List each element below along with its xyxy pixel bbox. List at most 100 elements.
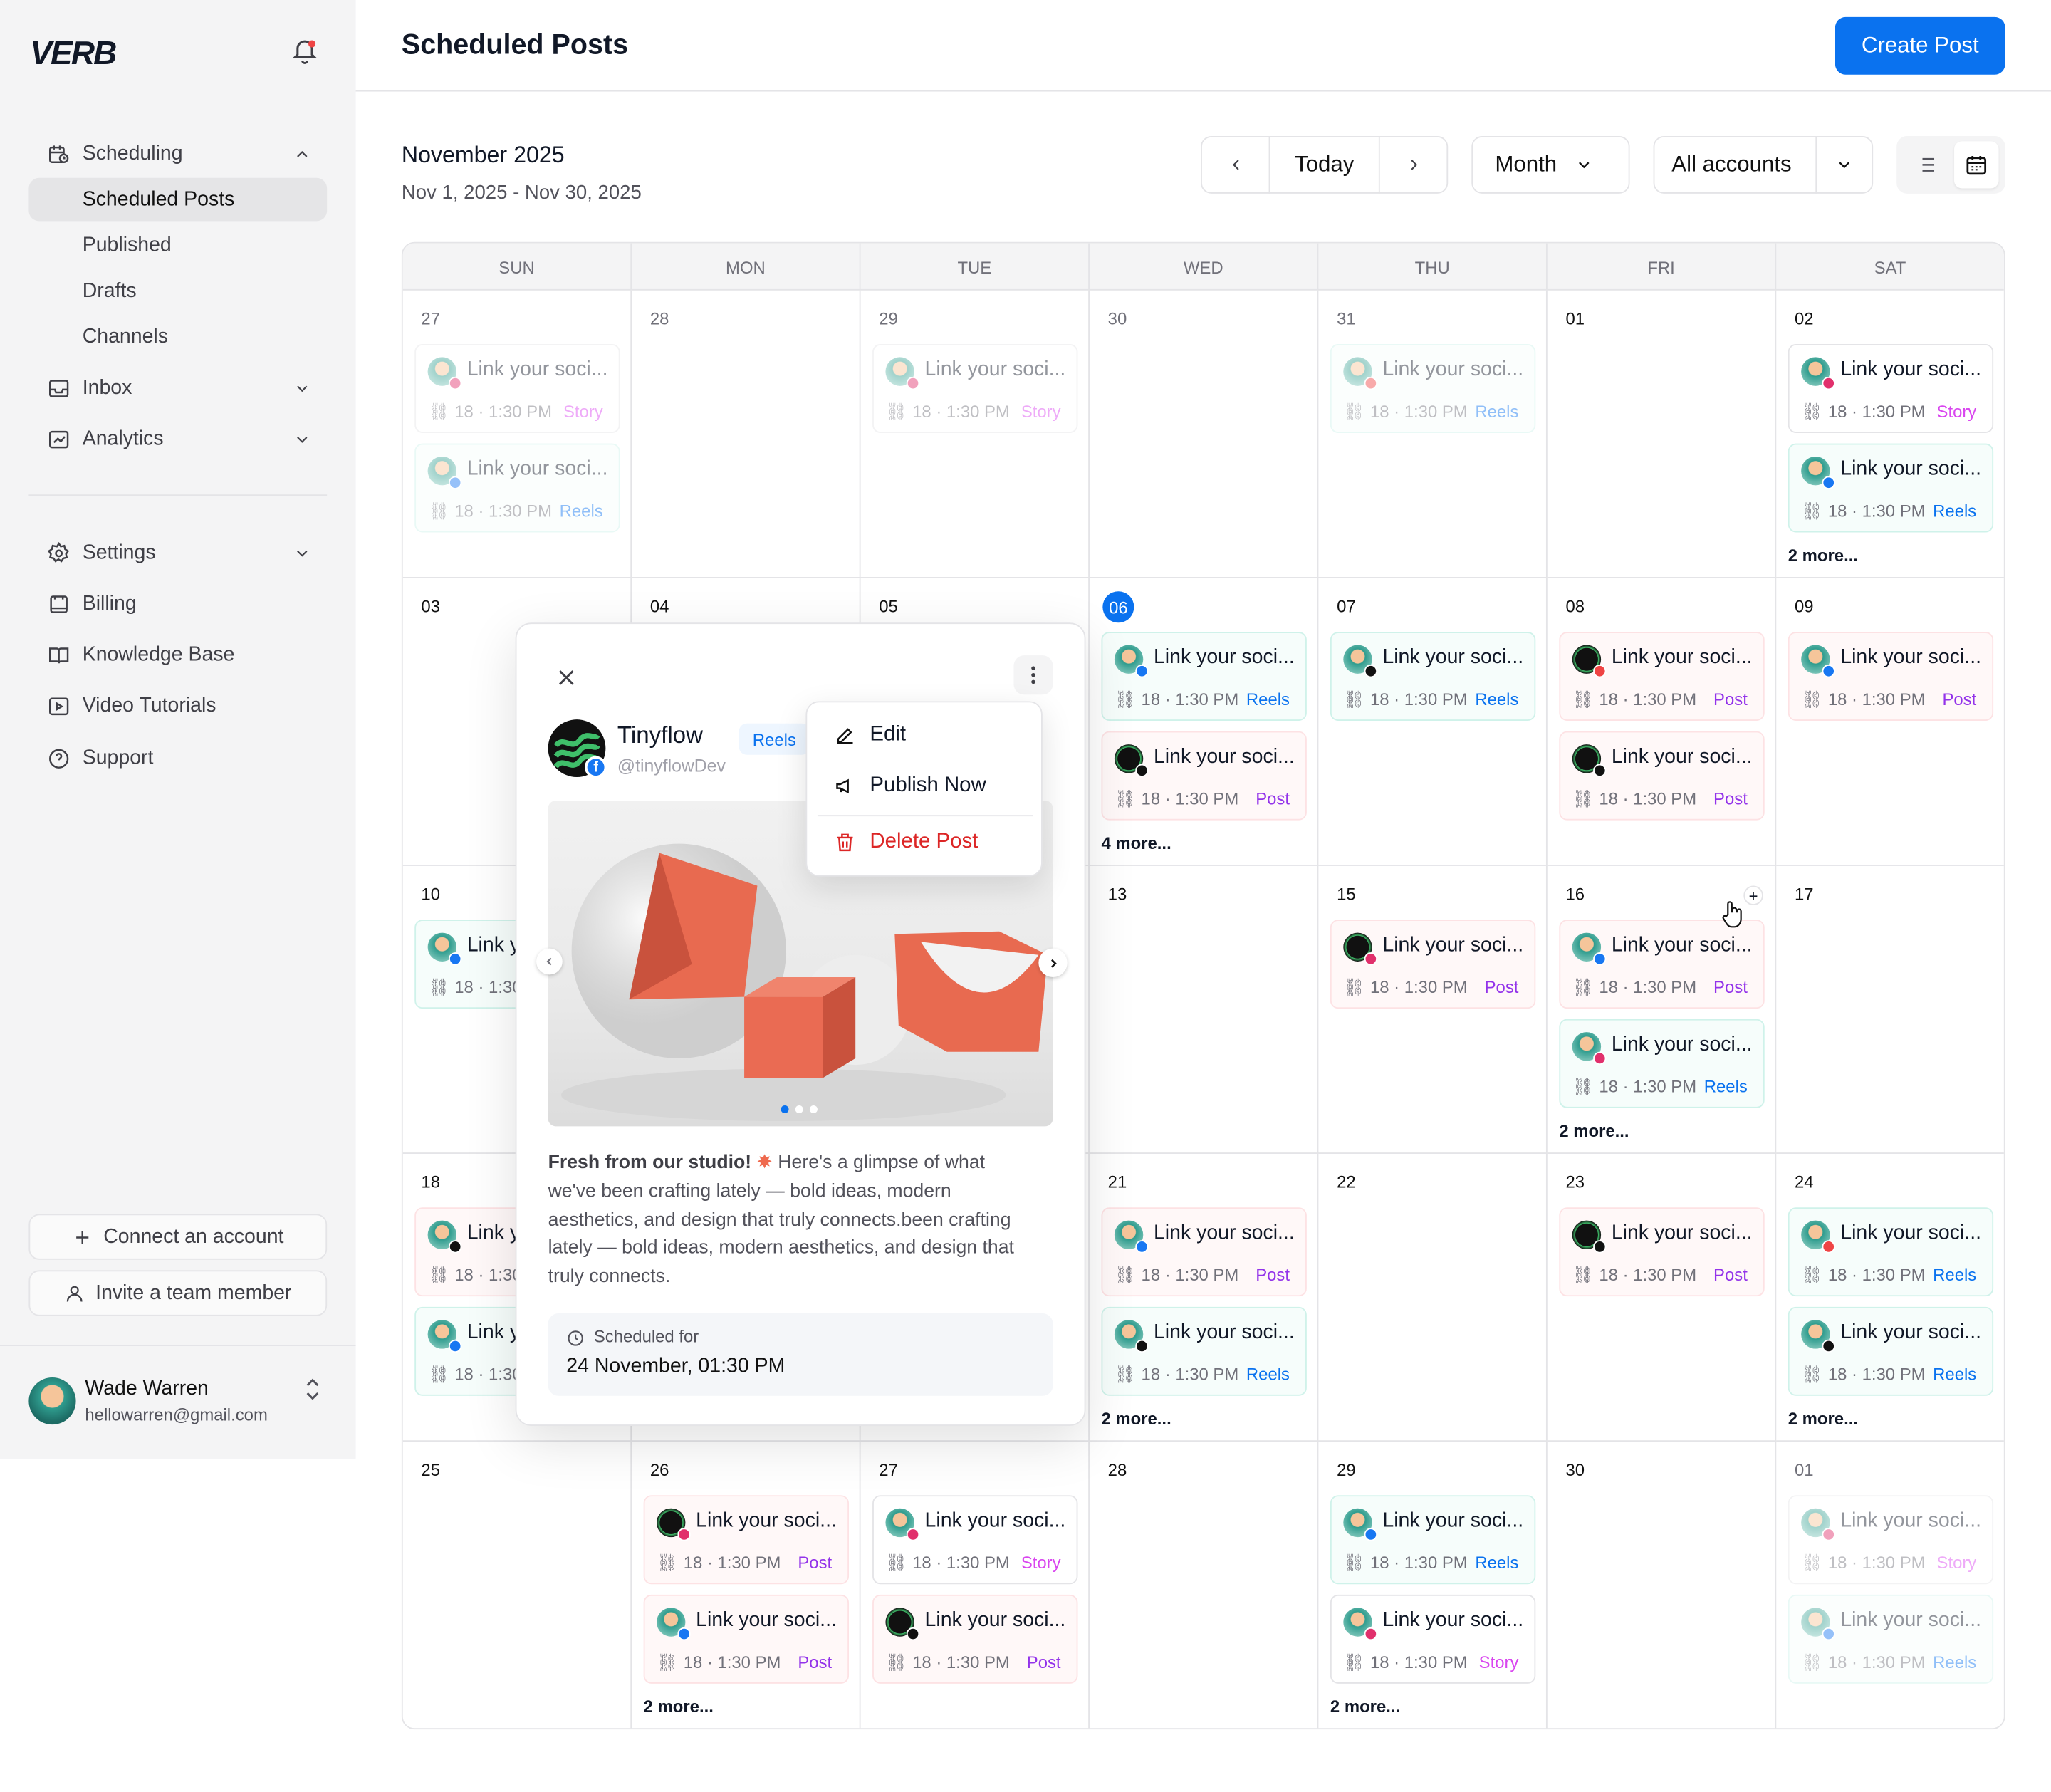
calendar-day-cell[interactable]: 29 Link your soci... ⛓ 18 · 1:30 PM Story xyxy=(860,290,1090,578)
prev-month-button[interactable] xyxy=(1202,136,1270,194)
sidebar-item-scheduled-posts[interactable]: Scheduled Posts xyxy=(28,177,328,222)
calendar-day-cell[interactable]: 24 Link your soci... ⛓ 18 · 1:30 PM Reels Lin… xyxy=(1776,1154,2004,1442)
post-type-label: Reels xyxy=(1246,1364,1290,1385)
calendar-view-button[interactable] xyxy=(1953,141,1999,189)
more-options-button[interactable] xyxy=(1013,655,1053,695)
sidebar-item-inbox[interactable]: Inbox xyxy=(28,366,327,410)
carousel-prev-button[interactable] xyxy=(536,948,563,975)
post-card[interactable]: Link your soci... ⛓ 18 · 1:30 PM Story xyxy=(1330,1594,1536,1684)
post-card[interactable]: Link your soci... ⛓ 18 · 1:30 PM Story xyxy=(1788,1495,1994,1585)
bell-icon[interactable] xyxy=(291,36,319,65)
post-card[interactable]: Link your soci... ⛓ 18 · 1:30 PM Post xyxy=(1330,920,1536,1009)
calendar-day-cell[interactable]: 21 Link your soci... ⛓ 18 · 1:30 PM Post Link… xyxy=(1089,1153,1319,1442)
more-posts-link[interactable]: 2 more... xyxy=(1559,1121,1629,1141)
post-type-label: Reels xyxy=(1475,1553,1519,1573)
post-card[interactable]: Link your soci... ⛓ 18 · 1:30 PM Story xyxy=(414,344,620,433)
post-card[interactable]: Link your soci... ⛓ 18 · 1:30 PM Post xyxy=(1559,632,1765,722)
calendar-day-cell[interactable]: 13 xyxy=(1089,865,1319,1154)
post-card[interactable]: Link your soci... ⛓ 18 · 1:30 PM Reels xyxy=(1559,1019,1765,1108)
accounts-dropdown-toggle[interactable] xyxy=(1815,136,1872,194)
post-card[interactable]: Link your soci... ⛓ 18 · 1:30 PM Post xyxy=(1559,920,1765,1009)
post-card[interactable]: Link your soci... ⛓ 18 · 1:30 PM Reels xyxy=(1788,1306,1994,1396)
post-card[interactable]: Link your soci... ⛓ 18 · 1:30 PM Reels xyxy=(1330,632,1536,722)
list-view-button[interactable] xyxy=(1903,141,1948,188)
calendar-day-cell[interactable]: 01 Link your soci... ⛓ 18 · 1:30 PM Story Lin… xyxy=(1776,1442,2004,1728)
post-card[interactable]: Link your soci... ⛓ 18 · 1:30 PM Reels xyxy=(414,443,620,533)
more-posts-link[interactable]: 2 more... xyxy=(1102,1409,1171,1429)
post-card[interactable]: Link your soci... ⛓ 18 · 1:30 PM Post xyxy=(1559,1207,1765,1297)
calendar-day-cell[interactable]: 26 Link your soci... ⛓ 18 · 1:30 PM Post Link… xyxy=(632,1442,861,1729)
chevron-up-icon xyxy=(297,151,308,157)
sidebar-item-published[interactable]: Published xyxy=(28,224,327,267)
post-card[interactable]: Link your soci... ⛓ 18 · 1:30 PM Reels xyxy=(1788,1207,1994,1297)
delete-post-menu-item[interactable]: Delete Post xyxy=(833,830,978,854)
calendar-day-cell[interactable]: 23 Link your soci... ⛓ 18 · 1:30 PM Post xyxy=(1547,1153,1777,1442)
calendar-day-cell[interactable]: 28 xyxy=(632,290,861,578)
day-number: 28 xyxy=(1107,1459,1127,1480)
calendar-day-cell[interactable]: 08 Link your soci... ⛓ 18 · 1:30 PM Post Link… xyxy=(1547,578,1777,866)
calendar-day-cell[interactable]: 06 Link your soci... ⛓ 18 · 1:30 PM Reels Lin… xyxy=(1089,578,1319,866)
next-month-button[interactable] xyxy=(1378,136,1447,194)
more-posts-link[interactable]: 2 more... xyxy=(644,1697,714,1717)
post-card[interactable]: Link your soci... ⛓ 18 · 1:30 PM Post xyxy=(1101,731,1307,821)
post-card[interactable]: Link your soci... ⛓ 18 · 1:30 PM Post xyxy=(1101,1207,1307,1297)
post-card[interactable]: Link your soci... ⛓ 18 · 1:30 PM Reels xyxy=(1330,1495,1536,1585)
sidebar-item-settings[interactable]: Settings xyxy=(28,531,327,575)
sidebar-item-support[interactable]: Support xyxy=(28,736,327,780)
platform-icon xyxy=(1593,1240,1607,1254)
sidebar-item-billing[interactable]: Billing xyxy=(28,582,327,625)
invite-member-button[interactable]: Invite a team member xyxy=(28,1270,328,1316)
sidebar-item-video-tutorials[interactable]: Video Tutorials xyxy=(28,684,327,728)
calendar-day-cell[interactable]: 30 xyxy=(1548,1442,1777,1729)
close-icon[interactable] xyxy=(553,665,580,691)
view-select[interactable]: Month xyxy=(1471,136,1630,194)
sidebar-item-channels[interactable]: Channels xyxy=(28,316,327,359)
user-profile[interactable]: Wade Warren hellowarren@gmail.com xyxy=(0,1345,356,1459)
more-posts-link[interactable]: 4 more... xyxy=(1102,833,1171,853)
accounts-select[interactable]: All accounts xyxy=(1653,136,1874,194)
sidebar-item-drafts[interactable]: Drafts xyxy=(28,269,327,313)
connect-account-button[interactable]: Connect an account xyxy=(28,1214,328,1260)
post-card[interactable]: Link your soci... ⛓ 18 · 1:30 PM Post xyxy=(643,1495,850,1585)
calendar-day-cell[interactable]: 30 xyxy=(1089,290,1319,578)
calendar-day-cell[interactable]: 27 Link your soci... ⛓ 18 · 1:30 PM Story Lin… xyxy=(402,290,632,578)
create-post-button[interactable]: Create Post xyxy=(1835,16,2005,75)
today-button[interactable]: Today xyxy=(1270,152,1378,178)
calendar-day-cell[interactable]: 02 Link your soci... ⛓ 18 · 1:30 PM Story Lin… xyxy=(1776,291,2004,578)
calendar-day-cell[interactable]: 22 xyxy=(1318,1153,1548,1442)
more-posts-link[interactable]: 2 more... xyxy=(1330,1697,1400,1717)
calendar-day-cell[interactable]: 09 Link your soci... ⛓ 18 · 1:30 PM Post xyxy=(1776,578,2004,866)
more-posts-link[interactable]: 2 more... xyxy=(1788,546,1858,566)
chevron-updown-icon[interactable] xyxy=(303,1377,322,1401)
post-card[interactable]: Link your soci... ⛓ 18 · 1:30 PM Story xyxy=(1788,344,1994,433)
more-posts-link[interactable]: 2 more... xyxy=(1788,1409,1858,1429)
calendar-day-cell[interactable]: 28 xyxy=(1090,1442,1319,1729)
calendar-day-cell[interactable]: 01 xyxy=(1547,290,1777,578)
sidebar-item-knowledge-base[interactable]: Knowledge Base xyxy=(28,633,327,677)
post-card[interactable]: Link your soci... ⛓ 18 · 1:30 PM Reels xyxy=(1330,344,1536,433)
post-card[interactable]: Link your soci... ⛓ 18 · 1:30 PM Story xyxy=(872,344,1078,433)
calendar-day-cell[interactable]: 07 Link your soci... ⛓ 18 · 1:30 PM Reels xyxy=(1318,578,1548,866)
post-card[interactable]: Link your soci... ⛓ 18 · 1:30 PM Post xyxy=(1559,731,1765,821)
post-card[interactable]: Link your soci... ⛓ 18 · 1:30 PM Reels xyxy=(1788,1594,1994,1684)
post-title: Link your soci... xyxy=(924,358,1066,381)
post-card[interactable]: Link your soci... ⛓ 18 · 1:30 PM Post xyxy=(872,1594,1078,1684)
edit-menu-item[interactable]: Edit xyxy=(833,724,906,747)
post-card[interactable]: Link your soci... ⛓ 18 · 1:30 PM Post xyxy=(1788,632,1994,722)
add-post-day-button[interactable]: + xyxy=(1743,885,1763,905)
calendar-day-cell[interactable]: 27 Link your soci... ⛓ 18 · 1:30 PM Story Lin… xyxy=(861,1442,1090,1729)
publish-now-menu-item[interactable]: Publish Now xyxy=(833,774,986,798)
post-card[interactable]: Link your soci... ⛓ 18 · 1:30 PM Story xyxy=(872,1495,1078,1585)
calendar-day-cell[interactable]: 29 Link your soci... ⛓ 18 · 1:30 PM Reels Lin… xyxy=(1318,1442,1548,1729)
sidebar-item-analytics[interactable]: Analytics xyxy=(28,417,327,461)
post-card[interactable]: Link your soci... ⛓ 18 · 1:30 PM Reels xyxy=(1788,443,1994,533)
post-card[interactable]: Link your soci... ⛓ 18 · 1:30 PM Post xyxy=(643,1594,850,1684)
carousel-next-button[interactable] xyxy=(1038,948,1068,978)
post-card[interactable]: Link your soci... ⛓ 18 · 1:30 PM Reels xyxy=(1101,632,1307,722)
post-card[interactable]: Link your soci... ⛓ 18 · 1:30 PM Reels xyxy=(1101,1306,1307,1396)
calendar-day-cell[interactable]: 15 Link your soci... ⛓ 18 · 1:30 PM Post xyxy=(1318,865,1548,1154)
calendar-day-cell[interactable]: 17 xyxy=(1776,866,2004,1154)
calendar-day-cell[interactable]: 31 Link your soci... ⛓ 18 · 1:30 PM Reels xyxy=(1318,290,1548,578)
calendar-day-cell[interactable]: 25 xyxy=(403,1442,632,1729)
sidebar-item-scheduling[interactable]: Scheduling xyxy=(28,132,327,176)
